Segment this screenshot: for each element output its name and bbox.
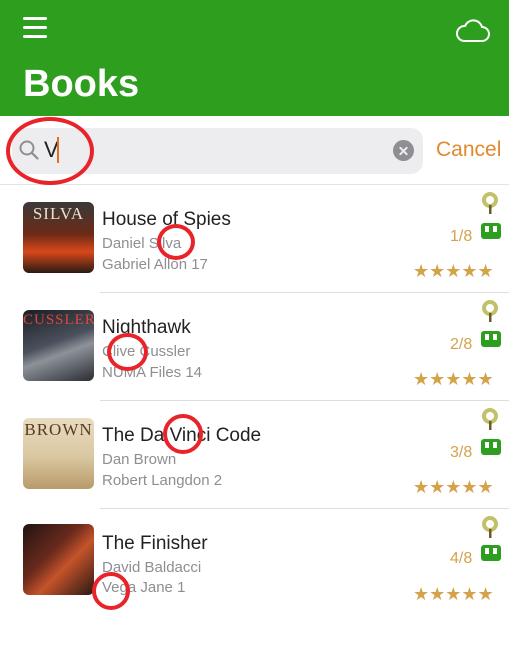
read-status-icon[interactable]: [481, 331, 501, 347]
book-series: Gabriel Allon 17: [102, 256, 208, 273]
list-item[interactable]: CUSSLER Nighthawk Clive Cussler NUMA Fil…: [0, 293, 509, 401]
page-title: Books: [23, 63, 140, 105]
list-item[interactable]: BROWN The Da Vinci Code Dan Brown Robert…: [0, 401, 509, 509]
series-position: 2/8: [450, 336, 473, 353]
star-rating[interactable]: ★★★★★: [413, 369, 494, 389]
book-title: House of Spies: [102, 209, 231, 230]
cover-label: BROWN: [24, 420, 93, 439]
series-position: 4/8: [450, 550, 473, 567]
book-cover-image: CUSSLER: [23, 310, 94, 381]
book-series: NUMA Files 14: [102, 364, 203, 381]
read-status-icon[interactable]: [481, 545, 501, 561]
app-header: Books: [0, 0, 509, 116]
series-position: 3/8: [450, 444, 473, 461]
book-title: Nighthawk: [102, 317, 191, 338]
book-series: Robert Langdon 2: [102, 472, 223, 489]
book-title: The Da Vinci Code: [102, 425, 262, 446]
book-author: Dan Brown: [102, 451, 177, 468]
list-item[interactable]: The Finisher David Baldacci Vega Jane 1 …: [0, 509, 509, 617]
read-status-icon[interactable]: [481, 439, 501, 455]
idea-tree-icon[interactable]: [478, 515, 502, 539]
book-cover-image: BROWN: [23, 418, 94, 489]
cover-label: SILVA: [32, 204, 85, 223]
clear-search-icon[interactable]: [393, 140, 414, 161]
idea-tree-icon[interactable]: [478, 299, 502, 323]
book-cover-image: SILVA: [23, 202, 94, 273]
book-title: The Finisher: [102, 533, 208, 554]
read-status-icon[interactable]: [481, 223, 501, 239]
book-author: Clive Cussler: [102, 343, 191, 360]
book-cover-image: [23, 524, 94, 595]
book-author: Daniel Silva: [102, 235, 182, 252]
hamburger-menu-icon[interactable]: [23, 16, 47, 40]
book-series: Vega Jane 1: [102, 579, 186, 596]
star-rating[interactable]: ★★★★★: [413, 584, 494, 604]
search-icon: [19, 140, 39, 160]
series-position: 1/8: [450, 228, 473, 245]
search-input[interactable]: [44, 134, 384, 166]
list-item[interactable]: SILVA House of Spies Daniel Silva Gabrie…: [0, 185, 509, 293]
cancel-button[interactable]: Cancel: [436, 137, 501, 163]
idea-tree-icon[interactable]: [478, 407, 502, 431]
cover-label: CUSSLER: [23, 312, 94, 328]
book-author: David Baldacci: [102, 559, 202, 576]
cloud-icon[interactable]: [455, 18, 491, 44]
text-caret: [57, 137, 59, 163]
star-rating[interactable]: ★★★★★: [413, 477, 494, 497]
idea-tree-icon[interactable]: [478, 191, 502, 215]
star-rating[interactable]: ★★★★★: [413, 261, 494, 281]
